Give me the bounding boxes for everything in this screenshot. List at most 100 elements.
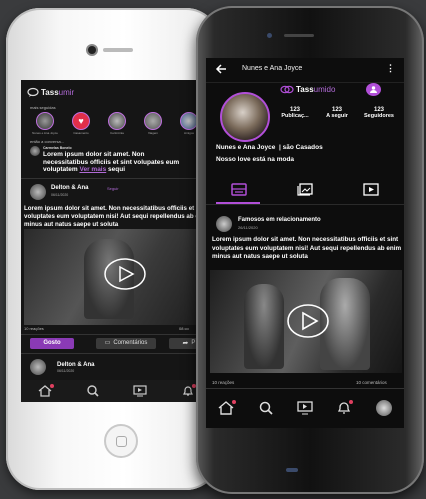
- profile-avatar[interactable]: [220, 92, 270, 142]
- story-label: Amigos: [183, 131, 194, 135]
- brand-prefix: Tass: [296, 85, 314, 94]
- feed-tab-icon[interactable]: [231, 182, 247, 196]
- bio-status: | são Casados: [279, 144, 323, 151]
- story-avatar: [108, 112, 126, 130]
- left-bottom-nav: [21, 380, 211, 402]
- story-item[interactable]: Nunes e Ana Joyce: [30, 112, 60, 135]
- comments-button[interactable]: ▭ Comentários: [96, 338, 156, 349]
- divider: [21, 178, 211, 179]
- comment-author: Carmelas Bonelo: [43, 146, 72, 150]
- stat-label: A seguir: [326, 113, 348, 119]
- stat-following[interactable]: 123 A seguir: [319, 107, 355, 119]
- next-post-author: Delton & Ana: [57, 362, 95, 368]
- post-author-avatar[interactable]: [216, 216, 232, 232]
- profile-header-title: Nunes e Ana Joyce: [242, 65, 303, 72]
- comments-count: 08 co: [179, 326, 189, 331]
- profile-avatar-tab[interactable]: [375, 400, 392, 416]
- comment-text-block: Lorem ipsum dolor sit amet. Non necessit…: [43, 151, 191, 174]
- stories-row: Nunes e Ana Joyce ♥ Casamento Cerimônia …: [30, 112, 208, 135]
- chat-bubble-logo-icon: [280, 85, 294, 94]
- bell-icon[interactable]: [337, 400, 354, 415]
- share-arrow-icon: ➦: [182, 340, 189, 347]
- search-icon[interactable]: [87, 385, 99, 397]
- front-camera: [88, 46, 96, 54]
- divider: [21, 334, 211, 335]
- search-icon[interactable]: [259, 401, 273, 415]
- story-avatar: [36, 112, 54, 130]
- comment-tail: sequi: [108, 166, 126, 173]
- comment-avatar: [30, 146, 40, 156]
- like-button[interactable]: Gosto: [30, 338, 74, 349]
- story-label: Cerimônia: [110, 131, 124, 135]
- story-label: Casamento: [73, 131, 89, 135]
- home-button[interactable]: [104, 424, 138, 458]
- post-author-avatar[interactable]: [30, 184, 46, 200]
- play-icon[interactable]: [104, 258, 146, 290]
- add-friend-button[interactable]: [366, 83, 381, 96]
- more-vert-icon[interactable]: ⋮: [386, 63, 395, 74]
- brand-suffix: umido: [313, 85, 336, 94]
- home-icon[interactable]: [218, 400, 237, 415]
- app-name-suffix: umir: [58, 87, 75, 97]
- follow-link[interactable]: Seguir: [107, 186, 119, 191]
- story-avatar: [144, 112, 162, 130]
- see-more-link[interactable]: Ver mais: [79, 166, 106, 173]
- story-item[interactable]: Cerimônia: [102, 112, 132, 135]
- next-post-date: 06/11/2020: [57, 369, 75, 373]
- speaker-grille: [103, 48, 133, 52]
- profile-stats: 123 Publicaç... 123 A seguir 123 Seguidores: [275, 107, 399, 119]
- right-app-screen: Nunes e Ana Joyce ⋮ Tass umido 123 Publica…: [206, 58, 404, 428]
- post-video[interactable]: [210, 270, 402, 373]
- comments-count: 10 comentários: [356, 380, 387, 385]
- post-author: Famosos em relacionamento: [238, 217, 321, 223]
- comments-heading: então a conversa...: [30, 139, 65, 144]
- back-arrow-icon[interactable]: [215, 64, 227, 74]
- post-date: 06/11/2020: [51, 193, 69, 197]
- left-app-header: Tass umir: [27, 87, 74, 97]
- bio-text: Nosso love está na moda: [216, 156, 295, 163]
- app-name-prefix: Tass: [41, 87, 59, 97]
- video-thumbnail-figure: [244, 284, 284, 369]
- story-item[interactable]: Viagem: [138, 112, 168, 135]
- speaker-grille: [284, 34, 314, 37]
- chat-bubble-logo-icon: [27, 87, 39, 97]
- story-label: Nunes e Ana Joyce: [32, 131, 58, 135]
- divider: [21, 353, 211, 354]
- bio-name-line: Nunes e Ana Joyce | são Casados: [216, 144, 323, 151]
- person-icon: [370, 86, 377, 93]
- video-icon[interactable]: [133, 385, 147, 397]
- story-label: Viagem: [147, 131, 159, 135]
- left-app-screen: Tass umir mais seguidas Nunes e Ana Joyce…: [21, 80, 211, 402]
- right-bottom-nav: [206, 396, 404, 420]
- post-date: 26/11/2020: [238, 225, 258, 230]
- brand-logo: Tass umido: [280, 85, 335, 94]
- post-author: Delton & Ana: [51, 185, 89, 191]
- bio-name: Nunes e Ana Joyce: [216, 144, 276, 151]
- share-button-label: P: [191, 340, 196, 346]
- comment-icon: ▭: [104, 340, 111, 346]
- front-camera: [267, 33, 272, 38]
- reactions-count: 10 reações: [24, 326, 44, 331]
- post-video[interactable]: [24, 229, 210, 325]
- stat-label: Seguidores: [364, 113, 394, 119]
- comments-button-label: Comentários: [113, 340, 148, 346]
- divider: [206, 388, 404, 389]
- heart-icon: ♥: [72, 112, 90, 130]
- bell-icon[interactable]: [182, 384, 196, 397]
- stat-label: Publicaç...: [281, 113, 309, 119]
- home-icon[interactable]: [38, 384, 55, 397]
- next-post-avatar[interactable]: [30, 359, 46, 375]
- story-item[interactable]: ♥ Casamento: [66, 112, 96, 135]
- videos-tab-icon[interactable]: [363, 182, 379, 196]
- divider: [206, 204, 404, 205]
- profile-tabs: [206, 175, 404, 203]
- stat-followers[interactable]: 123 Seguidores: [359, 107, 399, 119]
- photos-tab-icon[interactable]: [297, 182, 313, 196]
- play-icon[interactable]: [287, 304, 329, 338]
- reactions-count: 10 reações: [212, 380, 235, 385]
- bottom-speaker: [286, 468, 298, 472]
- video-icon[interactable]: [297, 401, 313, 415]
- post-text: Lorem ipsum dolor sit amet. Non necessit…: [212, 236, 402, 260]
- stat-posts[interactable]: 123 Publicaç...: [275, 107, 315, 119]
- post-text: Lorem ipsum dolor sit amet. Non necessit…: [24, 205, 210, 228]
